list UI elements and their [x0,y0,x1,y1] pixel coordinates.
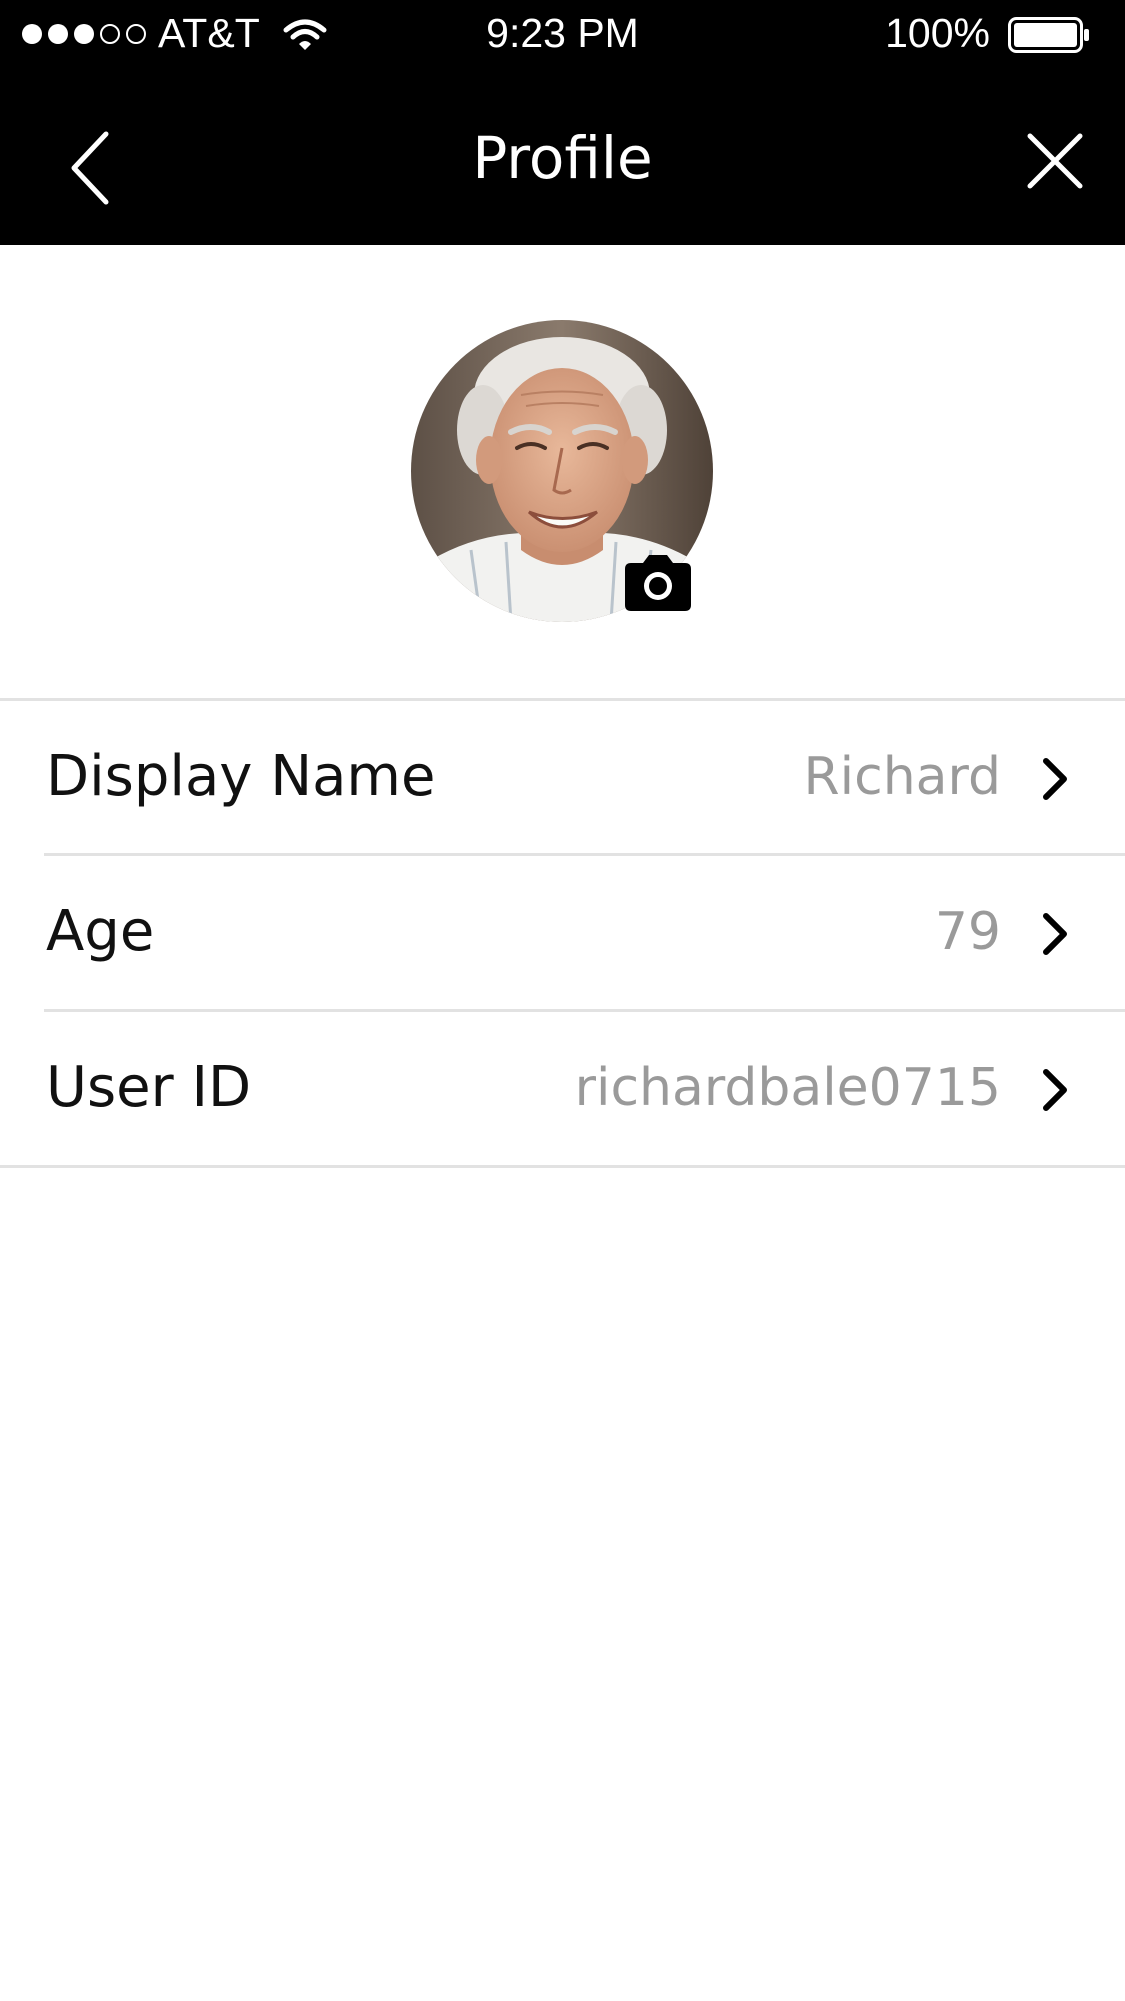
row-label: User ID [46,1055,252,1120]
battery-icon [1008,17,1089,53]
row-value: richardbale0715 [574,1058,1001,1118]
row-label: Age [46,899,155,964]
display-name-row[interactable]: Display Name Richard [0,701,1125,853]
row-value: Richard [803,747,1001,807]
avatar-container [411,320,713,622]
camera-icon [625,555,691,611]
battery-percent: 100% [885,10,990,56]
chevron-right-icon [1043,1069,1067,1111]
page-title: Profile [472,124,653,192]
status-bar: AT&T 9:23 PM 100% [0,0,1125,68]
change-photo-button[interactable] [623,553,693,613]
close-button[interactable] [1020,126,1090,196]
chevron-right-icon [1043,913,1067,955]
close-icon [1027,133,1083,189]
user-id-row[interactable]: User ID richardbale0715 [0,1012,1125,1164]
row-value: 79 [934,902,1001,962]
row-label: Display Name [46,744,436,809]
chevron-right-icon [1043,758,1067,800]
age-row[interactable]: Age 79 [0,856,1125,1008]
navigation-bar: Profile [0,68,1125,245]
list-bottom-divider [0,1165,1125,1168]
